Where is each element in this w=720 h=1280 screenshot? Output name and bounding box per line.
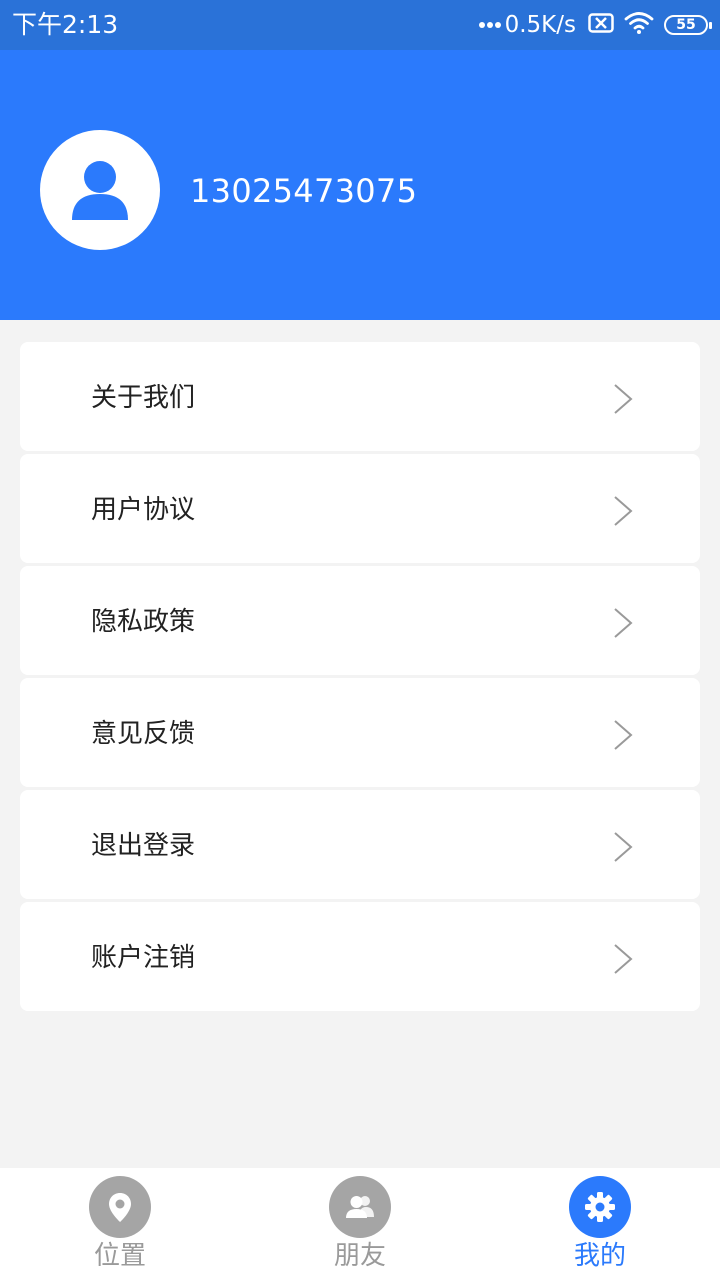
chevron-right-icon — [614, 832, 633, 862]
menu-item-user-agreement[interactable]: 用户协议 — [20, 454, 700, 563]
profile-header: 13025473075 — [0, 50, 720, 320]
menu-item-feedback[interactable]: 意见反馈 — [20, 678, 700, 787]
network-speed: 0.5K/s — [504, 12, 576, 38]
bottom-nav: 位置 朋友 我的 — [0, 1168, 720, 1280]
tab-friends[interactable]: 朋友 — [300, 1176, 420, 1280]
settings-menu: 关于我们 用户协议 隐私政策 意见反馈 退出登录 账户注销 — [20, 342, 700, 1014]
menu-item-about[interactable]: 关于我们 — [20, 342, 700, 451]
menu-item-label: 隐私政策 — [91, 607, 196, 637]
status-bar: 下午2:13 0.5K/s 55 — [0, 0, 720, 50]
gear-icon — [569, 1176, 631, 1238]
menu-item-logout[interactable]: 退出登录 — [20, 790, 700, 899]
tab-mine[interactable]: 我的 — [540, 1176, 660, 1280]
battery-icon: 55 — [664, 15, 712, 35]
tab-label: 位置 — [93, 1241, 146, 1271]
user-phone: 13025473075 — [190, 172, 418, 210]
location-pin-icon — [89, 1176, 151, 1238]
tab-label: 我的 — [573, 1241, 626, 1271]
wifi-icon — [624, 11, 654, 39]
chevron-right-icon — [614, 608, 633, 638]
tab-location[interactable]: 位置 — [60, 1176, 180, 1280]
no-sim-icon — [588, 13, 614, 37]
menu-item-delete-account[interactable]: 账户注销 — [20, 902, 700, 1011]
avatar[interactable] — [40, 130, 160, 250]
chevron-right-icon — [614, 944, 633, 974]
user-icon — [72, 161, 128, 220]
chevron-right-icon — [614, 384, 633, 414]
menu-item-label: 意见反馈 — [91, 719, 196, 749]
menu-item-label: 账户注销 — [91, 943, 196, 973]
tab-label: 朋友 — [333, 1241, 386, 1271]
status-indicators: 0.5K/s 55 — [478, 9, 712, 41]
chevron-right-icon — [614, 496, 633, 526]
friends-icon — [329, 1176, 391, 1238]
status-time: 下午2:13 — [12, 10, 119, 39]
menu-item-privacy-policy[interactable]: 隐私政策 — [20, 566, 700, 675]
chevron-right-icon — [614, 720, 633, 750]
menu-item-label: 用户协议 — [91, 495, 196, 525]
menu-item-label: 退出登录 — [91, 831, 196, 861]
menu-item-label: 关于我们 — [91, 383, 196, 413]
signal-dots-icon — [478, 22, 503, 28]
